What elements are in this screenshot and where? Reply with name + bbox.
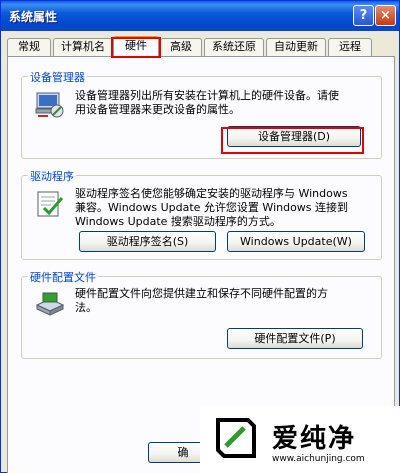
tab-remote[interactable]: 远程 xyxy=(328,38,372,56)
title-bar[interactable]: 系统属性 ? × xyxy=(1,1,399,31)
device-manager-group-title: 设备管理器 xyxy=(28,69,87,85)
drivers-group-title: 驱动程序 xyxy=(28,168,76,184)
drivers-desc-line3: Windows Update 搜索驱动程序的方式。 xyxy=(75,215,281,228)
watermark-logo-icon xyxy=(216,418,256,458)
tab-hardware[interactable]: 硬件 xyxy=(113,36,159,57)
hardware-profiles-description: 硬件配置文件向您提供建立和保存不同硬件配置的方 法。 xyxy=(75,287,328,315)
device-manager-button[interactable]: 设备管理器(D) xyxy=(227,126,361,147)
close-button[interactable]: × xyxy=(375,5,396,26)
drivers-description: 驱动程序签名使您能够确定安装的驱动程序与 Windows 兼容。Windows … xyxy=(75,187,348,229)
window-title: 系统属性 xyxy=(9,10,58,24)
device-manager-desc-line1: 设备管理器列出所有安装在计算机上的硬件设备。请使 xyxy=(75,89,339,102)
hardware-profiles-desc-line2: 法。 xyxy=(75,301,97,314)
tab-automatic-updates[interactable]: 自动更新 xyxy=(266,38,326,56)
hardware-profiles-group: 硬件配置文件 硬件配置文件向您提供建立和保存不同硬件配置的方 法。 硬件配置文件… xyxy=(21,269,382,359)
device-manager-icon xyxy=(35,92,64,118)
driver-signing-button[interactable]: 驱动程序签名(S) xyxy=(79,231,216,252)
watermark: 爱纯净 www.aichunjing.com xyxy=(200,406,400,473)
tab-advanced[interactable]: 高级 xyxy=(160,38,202,56)
drivers-desc-line2: 兼容。Windows Update 允许您设置 Windows 连接到 xyxy=(75,201,349,214)
device-manager-desc-line2: 用设备管理器来更改设备的属性。 xyxy=(75,103,240,116)
device-manager-description: 设备管理器列出所有安装在计算机上的硬件设备。请使 用设备管理器来更改设备的属性。 xyxy=(75,89,339,117)
drivers-desc-line1: 驱动程序签名使您能够确定安装的驱动程序与 Windows xyxy=(75,187,348,200)
drivers-group: 驱动程序 驱动程序签名使您能够确定安装的驱动程序与 Windows 兼容。Win… xyxy=(21,168,382,260)
hardware-profiles-icon xyxy=(35,292,65,316)
hardware-profiles-desc-line1: 硬件配置文件向您提供建立和保存不同硬件配置的方 xyxy=(75,287,328,300)
tab-computer-name[interactable]: 计算机名 xyxy=(53,38,113,56)
hardware-profiles-group-title: 硬件配置文件 xyxy=(28,269,98,285)
device-manager-group: 设备管理器 设备管理器列出所有安装在计算机上的硬件设备。请使 用设备管理器来更改… xyxy=(21,69,382,159)
windows-update-button[interactable]: Windows Update(W) xyxy=(227,231,365,252)
system-properties-window: 系统属性 ? × 常规 计算机名 硬件 高级 系统还原 自动更新 远程 设备管理… xyxy=(0,0,400,473)
help-button[interactable]: ? xyxy=(353,5,374,26)
watermark-text: 爱纯净 xyxy=(272,424,357,454)
tab-general[interactable]: 常规 xyxy=(7,38,51,56)
watermark-url: www.aichunjing.com xyxy=(272,454,365,464)
driver-signing-icon xyxy=(37,191,64,217)
hardware-profiles-button[interactable]: 硬件配置文件(P) xyxy=(227,328,363,349)
tab-strip: 常规 计算机名 硬件 高级 系统还原 自动更新 远程 xyxy=(7,36,395,57)
tab-system-restore[interactable]: 系统还原 xyxy=(204,38,264,56)
